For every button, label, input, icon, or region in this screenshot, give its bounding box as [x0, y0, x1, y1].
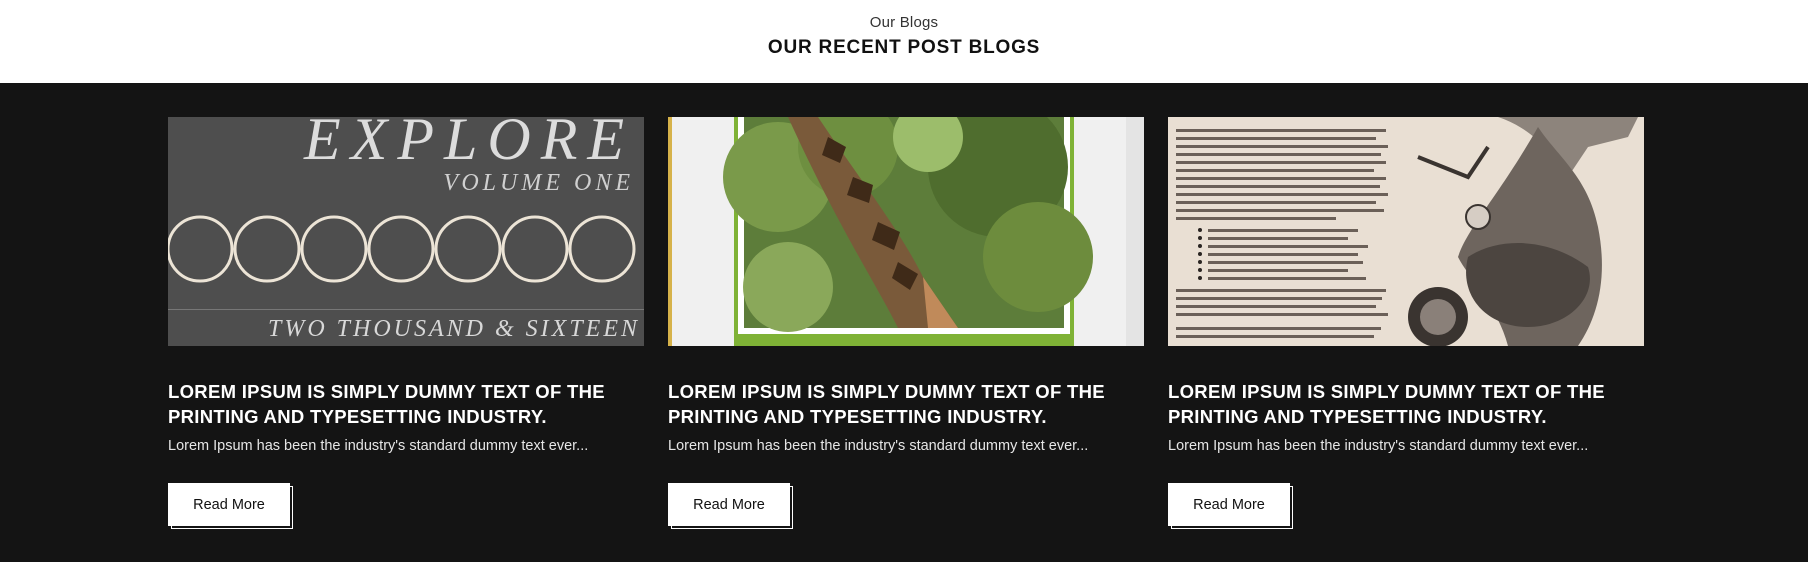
cover-line-1: EXPLORE: [303, 117, 634, 172]
blog-section: EXPLORE VOLUME ONE TWO THOUSAND & SIXTEE…: [0, 83, 1808, 562]
read-more-wrap-2: Read More: [668, 483, 794, 530]
read-more-button-2[interactable]: Read More: [668, 483, 790, 526]
blog-excerpt-2: Lorem Ipsum has been the industry's stan…: [668, 438, 1089, 454]
cover-line-2: VOLUME ONE: [443, 170, 634, 196]
blog-card-3: LOREM IPSUM IS SIMPLY DUMMY TEXT OF THE …: [1168, 117, 1644, 530]
section-eyebrow: Our Blogs: [869, 14, 939, 31]
blog-header: Our Blogs OUR RECENT POST BLOGS: [0, 0, 1808, 83]
blog-image-3[interactable]: [1168, 117, 1644, 346]
read-more-button-3[interactable]: Read More: [1168, 483, 1290, 526]
giraffe-photo-image: [668, 117, 1144, 346]
blog-card-2: LOREM IPSUM IS SIMPLY DUMMY TEXT OF THE …: [668, 117, 1144, 530]
blog-image-2[interactable]: [668, 117, 1144, 346]
blog-title-1[interactable]: LOREM IPSUM IS SIMPLY DUMMY TEXT OF THE …: [168, 379, 644, 429]
blog-excerpt-3: Lorem Ipsum has been the industry's stan…: [1168, 438, 1589, 454]
blog-image-1[interactable]: EXPLORE VOLUME ONE TWO THOUSAND & SIXTEE…: [168, 117, 644, 346]
vintage-scooter-image: [1168, 117, 1644, 346]
section-title: OUR RECENT POST BLOGS: [767, 37, 1041, 58]
blog-title-2[interactable]: LOREM IPSUM IS SIMPLY DUMMY TEXT OF THE …: [668, 379, 1144, 429]
explore-cover-image: EXPLORE VOLUME ONE TWO THOUSAND & SIXTEE…: [168, 117, 644, 346]
blog-excerpt-1: Lorem Ipsum has been the industry's stan…: [168, 438, 589, 454]
blog-card-1: EXPLORE VOLUME ONE TWO THOUSAND & SIXTEE…: [168, 117, 644, 530]
blog-title-3[interactable]: LOREM IPSUM IS SIMPLY DUMMY TEXT OF THE …: [1168, 379, 1644, 429]
read-more-wrap-3: Read More: [1168, 483, 1294, 530]
read-more-wrap-1: Read More: [168, 483, 294, 530]
read-more-button-1[interactable]: Read More: [168, 483, 290, 526]
cover-line-3: TWO THOUSAND & SIXTEEN: [268, 316, 640, 342]
